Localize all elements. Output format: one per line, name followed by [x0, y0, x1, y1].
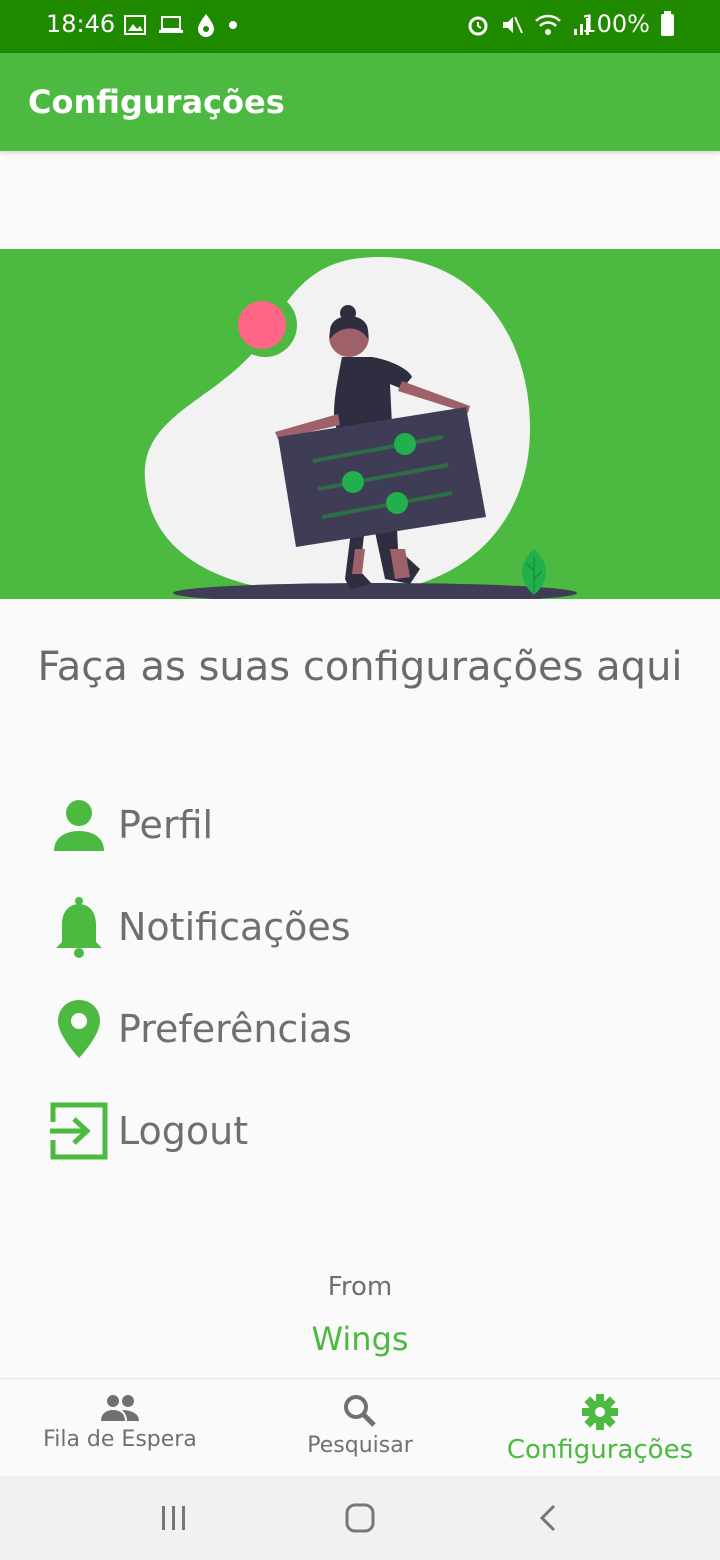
menu-item-preferencias[interactable]: Preferências [50, 994, 670, 1064]
alarm-icon [468, 16, 488, 36]
status-notification-icons [124, 13, 238, 37]
menu-item-label: Perfil [118, 803, 214, 847]
nav-item-configuracoes[interactable]: Configurações [480, 1379, 720, 1476]
page-title: Configurações [28, 83, 285, 121]
drop-icon [198, 14, 214, 37]
logout-icon [50, 1100, 108, 1162]
app-bar: Configurações [0, 53, 720, 151]
from-label: From [327, 1272, 393, 1302]
nav-item-fila-de-espera[interactable]: Fila de Espera [0, 1379, 240, 1476]
location-pin-icon [50, 998, 108, 1060]
dot-icon [229, 21, 237, 29]
settings-illustration [0, 249, 720, 599]
nav-item-pesquisar[interactable]: Pesquisar [240, 1379, 480, 1476]
menu-item-label: Preferências [118, 1007, 352, 1051]
bottom-navigation: Fila de Espera Pesquisar Configurações [0, 1378, 720, 1476]
settings-headline: Faça as suas configurações aqui [37, 644, 683, 690]
search-icon [344, 1395, 376, 1427]
home-icon [345, 1503, 375, 1533]
back-button[interactable] [528, 1498, 568, 1538]
menu-item-perfil[interactable]: Perfil [50, 790, 670, 860]
battery-percentage: 100% [581, 10, 650, 38]
menu-item-logout[interactable]: Logout [50, 1096, 670, 1166]
nav-label: Configurações [506, 1435, 694, 1465]
people-icon [101, 1395, 139, 1421]
gear-icon [582, 1394, 618, 1430]
recent-apps-icon [162, 1506, 185, 1530]
nav-label: Pesquisar [307, 1433, 413, 1458]
system-navigation-bar [0, 1476, 720, 1560]
status-time: 18:46 [46, 10, 116, 38]
menu-item-label: Notificações [118, 905, 351, 949]
laptop-icon [159, 16, 183, 33]
nav-label: Fila de Espera [43, 1427, 197, 1452]
mute-icon [503, 16, 523, 34]
battery-icon [661, 11, 674, 36]
image-icon [124, 15, 146, 35]
brand-name: Wings [311, 1320, 409, 1358]
back-icon [539, 1504, 556, 1532]
wifi-icon [535, 14, 561, 35]
status-bar: 18:46 100% [0, 0, 720, 53]
status-system-icons [466, 13, 594, 37]
menu-item-notificacoes[interactable]: Notificações [50, 892, 670, 962]
person-icon [50, 794, 108, 856]
bell-icon [50, 896, 108, 958]
menu-item-label: Logout [118, 1109, 249, 1153]
home-button[interactable] [340, 1498, 380, 1538]
recent-apps-button[interactable] [154, 1498, 194, 1538]
